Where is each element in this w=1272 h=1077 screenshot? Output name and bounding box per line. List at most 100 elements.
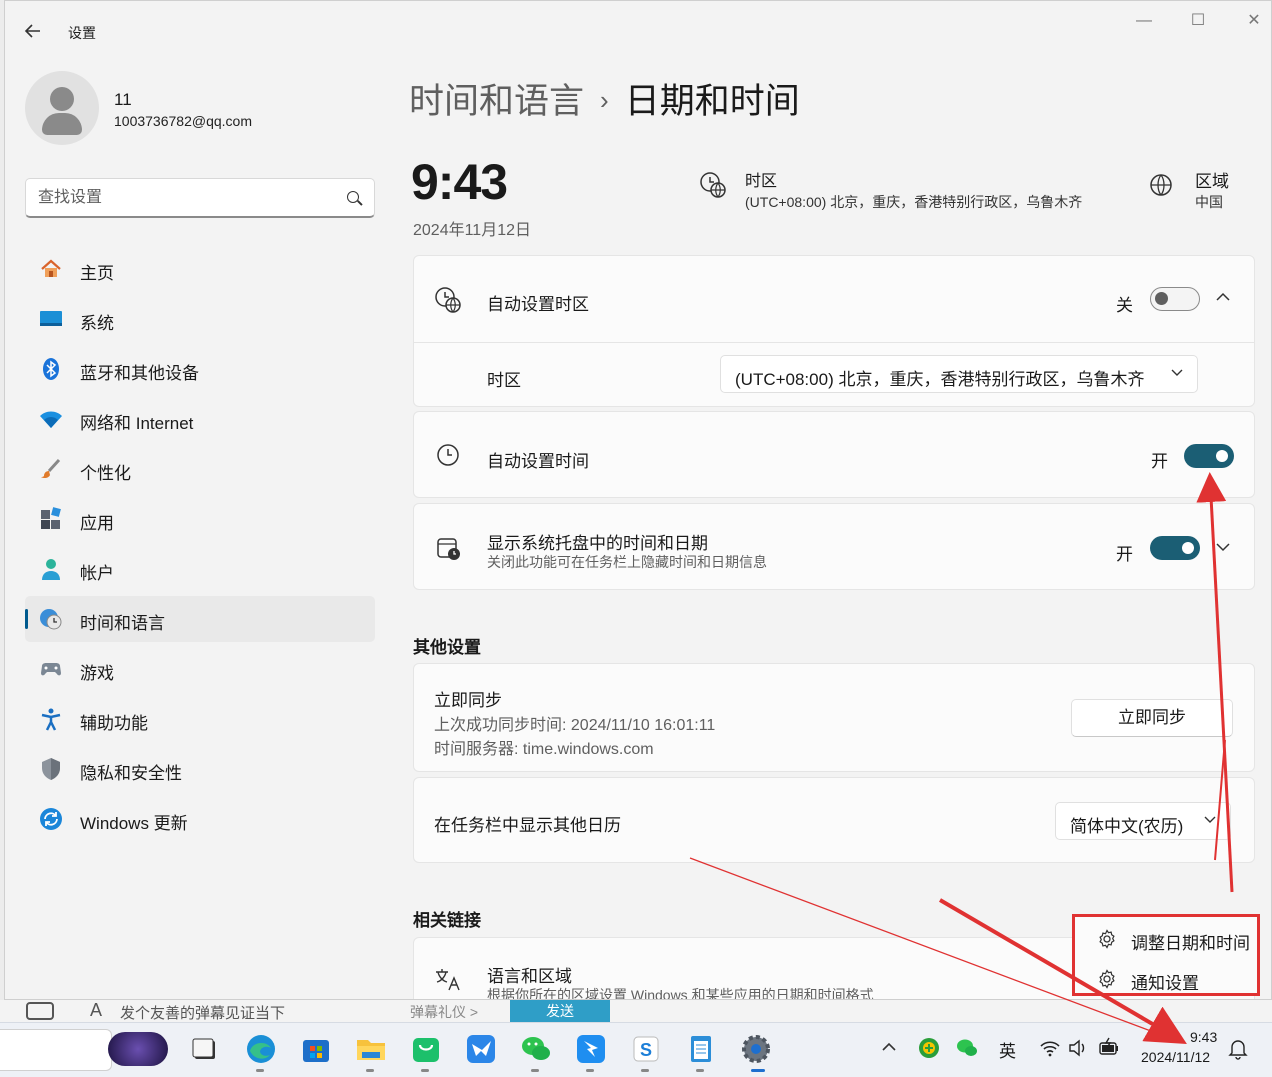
timezone-title: 时区 xyxy=(745,173,778,190)
user-email: 1003736782@qq.com xyxy=(114,113,252,129)
system-icon xyxy=(40,311,62,326)
menu-item-adjust-date-time[interactable]: 调整日期和时间 xyxy=(1075,919,1257,957)
calendar-dropdown[interactable]: 简体中文(农历) xyxy=(1055,802,1231,840)
auto-time-toggle[interactable] xyxy=(1184,444,1234,468)
app-title: 设置 xyxy=(68,25,96,41)
settings-icon[interactable] xyxy=(739,1032,773,1066)
avatar[interactable] xyxy=(25,71,99,145)
minimize-button[interactable]: — xyxy=(1129,9,1159,33)
taskbar-clock-date[interactable]: 2024/11/12 xyxy=(1141,1049,1210,1065)
breadcrumb-parent[interactable]: 时间和语言 xyxy=(409,82,584,121)
terminal-icon[interactable] xyxy=(188,1032,222,1066)
auto-time-title: 自动设置时间 xyxy=(487,452,589,471)
auto-timezone-toggle[interactable] xyxy=(1150,287,1200,311)
tray-time-toggle[interactable] xyxy=(1150,536,1200,560)
tray-app-icon[interactable] xyxy=(918,1037,940,1059)
speaker-icon[interactable] xyxy=(1068,1039,1088,1057)
sidebar-item-windows-update[interactable]: Windows 更新 xyxy=(25,796,375,842)
time-server-text: 时间服务器: time.windows.com xyxy=(434,741,654,758)
sidebar-item-accessibility[interactable]: 辅助功能 xyxy=(25,696,375,742)
sidebar-item-network[interactable]: 网络和 Internet xyxy=(25,396,375,442)
taskbar-search-box[interactable] xyxy=(0,1029,112,1071)
breadcrumb-separator: › xyxy=(600,85,609,115)
tray-wechat-icon[interactable] xyxy=(956,1037,978,1059)
sync-now-button[interactable]: 立即同步 xyxy=(1071,699,1233,737)
s-app-icon[interactable]: S xyxy=(629,1032,663,1066)
clock-icon xyxy=(437,444,459,466)
other-settings-header: 其他设置 xyxy=(413,638,481,657)
search-icon[interactable] xyxy=(347,191,359,203)
danmaku-toggle-icon[interactable] xyxy=(26,1002,54,1020)
current-time: 9:43 xyxy=(411,154,508,210)
danmaku-input-placeholder[interactable]: 发个友善的弹幕见证当下 xyxy=(120,1002,285,1022)
tray-time-card: 显示系统托盘中的时间和日期 关闭此功能可在任务栏上隐藏时间和日期信息 开 xyxy=(413,503,1255,590)
auto-timezone-title: 自动设置时区 xyxy=(487,295,589,314)
running-indicator xyxy=(531,1069,539,1072)
notification-bell-icon[interactable] xyxy=(1228,1038,1248,1060)
breadcrumb: 时间和语言 › 日期和时间 xyxy=(409,73,800,124)
last-sync-text: 上次成功同步时间: 2024/11/10 16:01:11 xyxy=(434,717,716,734)
sidebar-item-gaming[interactable]: 游戏 xyxy=(25,646,375,692)
timezone-dropdown[interactable]: (UTC+08:00) 北京，重庆，香港特别行政区，乌鲁木齐 xyxy=(720,355,1198,393)
menu-item-label: 通知设置 xyxy=(1131,974,1199,993)
update-icon xyxy=(40,808,62,830)
home-icon xyxy=(41,259,61,277)
media-app-icon[interactable] xyxy=(108,1032,168,1066)
taskbar-clock-time[interactable]: 9:43 xyxy=(1190,1029,1217,1045)
calendar-dropdown-value: 简体中文(农历) xyxy=(1070,817,1184,836)
globe-icon xyxy=(1150,174,1172,196)
title-bar: 设置 — ☐ ✕ xyxy=(5,1,1271,63)
sidebar-item-personalization[interactable]: 个性化 xyxy=(25,446,375,492)
wechat-icon[interactable] xyxy=(519,1032,553,1066)
sidebar-item-accounts[interactable]: 帐户 xyxy=(25,546,375,592)
sidebar-item-label: Windows 更新 xyxy=(80,814,188,833)
sidebar-item-home[interactable]: 主页 xyxy=(25,246,375,292)
calendar-clock-icon xyxy=(437,538,460,560)
search-box[interactable] xyxy=(25,178,375,218)
danmaku-send-button[interactable]: 发送 xyxy=(510,1000,610,1022)
sidebar-item-label: 主页 xyxy=(80,264,114,283)
tray-time-subtitle: 关闭此功能可在任务栏上隐藏时间和日期信息 xyxy=(487,554,767,570)
chevron-down-icon[interactable] xyxy=(1216,540,1230,555)
settings-window: 设置 — ☐ ✕ 11 1003736782@qq.com 主页 系统 蓝牙和其… xyxy=(4,0,1272,1000)
danmaku-etiquette-link[interactable]: 弹幕礼仪 > xyxy=(410,1002,478,1022)
back-arrow-icon xyxy=(24,24,40,38)
chevron-up-icon[interactable] xyxy=(881,1041,897,1053)
running-indicator xyxy=(641,1069,649,1072)
notepad-icon[interactable] xyxy=(684,1032,718,1066)
sidebar-item-label: 个性化 xyxy=(80,464,131,483)
close-button[interactable]: ✕ xyxy=(1239,9,1269,33)
avatar-body xyxy=(42,113,82,135)
file-explorer-icon[interactable] xyxy=(354,1032,388,1066)
sync-card: 立即同步 上次成功同步时间: 2024/11/10 16:01:11 时间服务器… xyxy=(413,663,1255,772)
timezone-icon xyxy=(700,172,726,198)
sidebar-item-bluetooth[interactable]: 蓝牙和其他设备 xyxy=(25,346,375,392)
sidebar-item-apps[interactable]: 应用 xyxy=(25,496,375,542)
wifi-icon[interactable] xyxy=(1040,1039,1060,1057)
back-button[interactable] xyxy=(23,21,45,43)
language-region-subtitle: 根据你所在的区域设置 Windows 和某些应用的日期和时间格式 xyxy=(487,987,874,1000)
battery-icon[interactable] xyxy=(1098,1037,1120,1057)
store-icon[interactable] xyxy=(299,1032,333,1066)
menu-item-notification-settings[interactable]: 通知设置 xyxy=(1075,959,1257,997)
edge-icon[interactable] xyxy=(244,1032,278,1066)
auto-time-state: 开 xyxy=(1151,452,1168,471)
sidebar-item-privacy[interactable]: 隐私和安全性 xyxy=(25,746,375,792)
chevron-up-icon[interactable] xyxy=(1216,290,1230,305)
sidebar-item-system[interactable]: 系统 xyxy=(25,296,375,342)
active-indicator xyxy=(751,1069,765,1072)
search-input[interactable] xyxy=(38,187,328,209)
sync-title: 立即同步 xyxy=(434,691,502,710)
gear-icon xyxy=(1099,969,1115,989)
bag-app-icon[interactable] xyxy=(409,1032,443,1066)
danmaku-style-icon[interactable]: A xyxy=(90,1000,102,1021)
dingtalk-icon[interactable] xyxy=(574,1032,608,1066)
feishu-icon[interactable] xyxy=(464,1032,498,1066)
ime-indicator[interactable]: 英 xyxy=(999,1037,1016,1062)
timezone-row-label: 时区 xyxy=(487,371,521,390)
maximize-button[interactable]: ☐ xyxy=(1183,9,1213,33)
taskbar: S 英 9:43 2024/11/12 xyxy=(0,1022,1272,1077)
brush-icon xyxy=(41,458,61,479)
timezone-icon xyxy=(435,287,461,313)
sidebar-item-time-language[interactable]: 时间和语言 xyxy=(25,596,375,642)
